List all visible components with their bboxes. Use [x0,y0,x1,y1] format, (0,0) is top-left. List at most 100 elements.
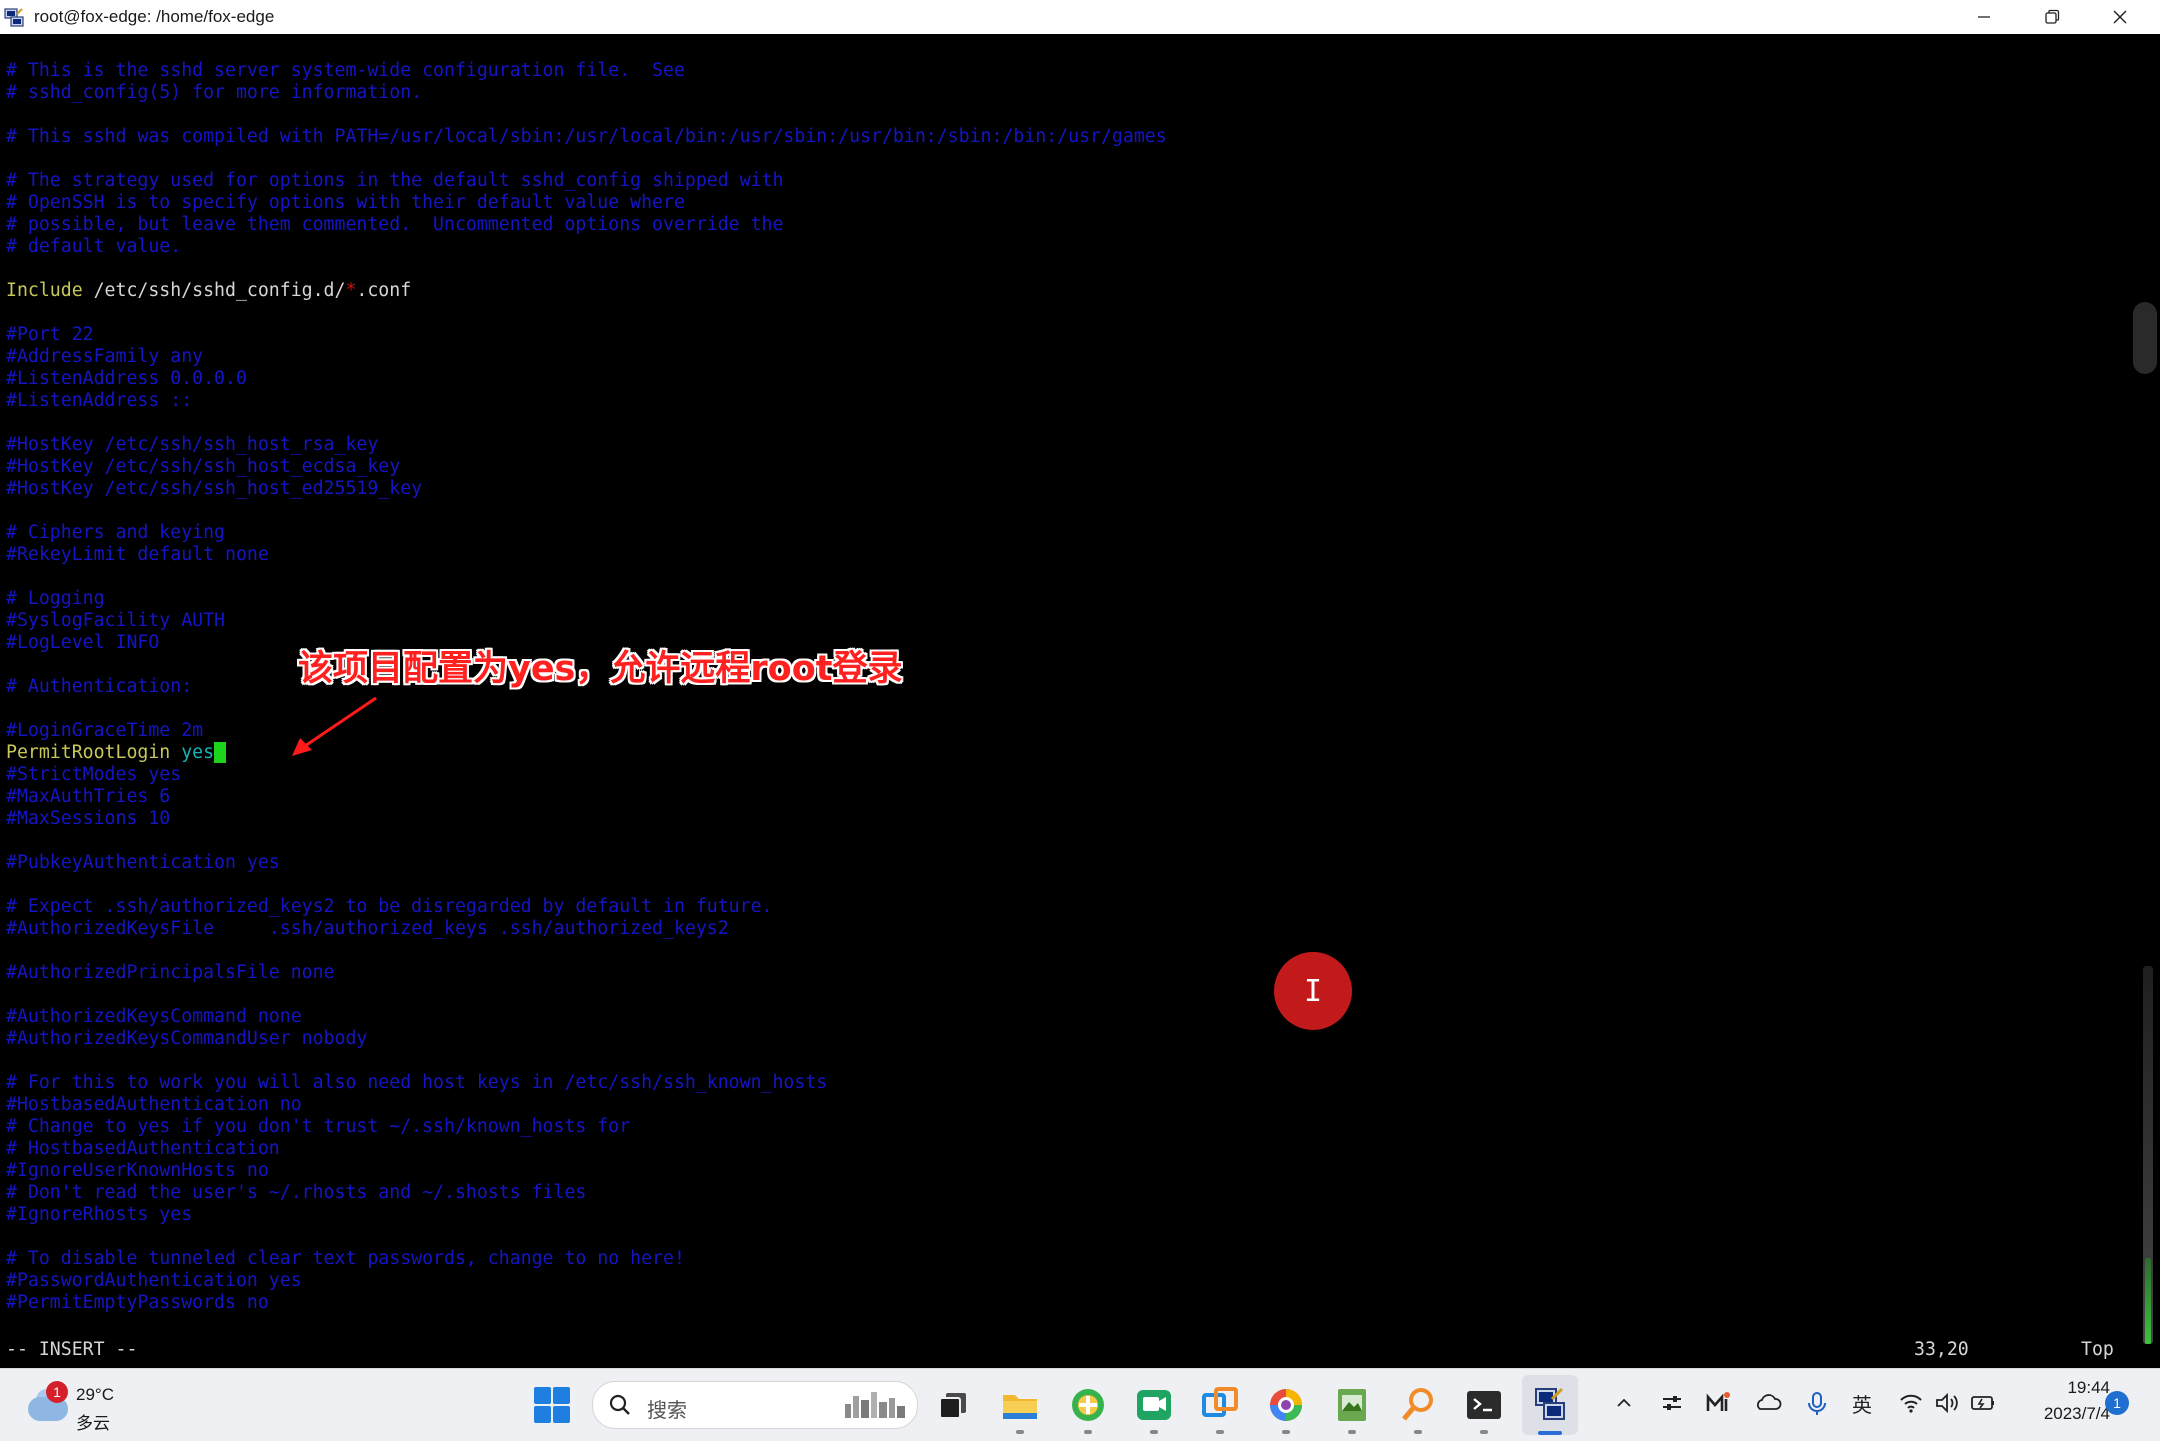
image-viewer-icon[interactable] [1332,1385,1372,1425]
weather-badge: 1 [46,1381,68,1403]
terminal-line: # To disable tunneled clear text passwor… [6,1248,1167,1270]
green-plus-app-running-indicator [1084,1430,1092,1434]
search-tool-running-indicator [1414,1430,1422,1434]
terminal-line: # This sshd was compiled with PATH=/usr/… [6,126,1167,148]
terminal-line: #RekeyLimit default none [6,544,1167,566]
terminal-line: #MaxAuthTries 6 [6,786,1167,808]
search-icon [609,1394,630,1415]
terminal-line: # HostbasedAuthentication [6,1138,1167,1160]
task-view-icon[interactable] [934,1385,974,1425]
terminal-text-segment: # Don't read the user's ~/.rhosts and ~/… [6,1182,587,1203]
terminal-line: #SyslogFacility AUTH [6,610,1167,632]
terminal-text-segment: # Expect .ssh/authorized_keys2 to be dis… [6,896,773,917]
terminal-line: # sshd_config(5) for more information. [6,82,1167,104]
annotation-label: 该项目配置为yes，允许远程root登录 [298,649,903,689]
terminal-text-segment: #ListenAddress :: [6,390,193,411]
mail-app-icon[interactable] [1706,1391,1732,1415]
file-explorer-icon[interactable] [1000,1385,1040,1425]
taskbar-search[interactable]: 搜索 [592,1381,918,1429]
meeting-app-running-indicator [1150,1430,1158,1434]
terminal-text-segment: #HostbasedAuthentication no [6,1094,302,1115]
ime-mode-indicator[interactable]: 英 [1852,1389,1872,1418]
terminal-line: #ListenAddress 0.0.0.0 [6,368,1167,390]
terminal-text-segment: #SyslogFacility AUTH [6,610,225,631]
browser-icon[interactable] [1266,1385,1306,1425]
microphone-icon[interactable] [1806,1391,1828,1417]
terminal-text-segment: # This is the sshd server system-wide co… [6,60,685,81]
terminal-line: # Expect .ssh/authorized_keys2 to be dis… [6,896,1167,918]
terminal-text-segment: #IgnoreUserKnownHosts no [6,1160,269,1181]
remote-desktop-running-indicator [1216,1430,1224,1434]
terminal-line: #IgnoreRhosts yes [6,1204,1167,1226]
green-plus-app-icon[interactable] [1068,1385,1108,1425]
system-clock[interactable]: 19:44 2023/7/4 [2010,1375,2110,1427]
terminal-line: #AuthorizedKeysCommand none [6,1006,1167,1028]
terminal-text-segment: #HostKey /etc/ssh/ssh_host_ecdsa_key [6,456,401,477]
terminal-line: # Ciphers and keying [6,522,1167,544]
terminal-line: # Change to yes if you don't trust ~/.ss… [6,1116,1167,1138]
battery-icon[interactable] [1970,1391,1996,1415]
terminal-text-segment: #ListenAddress 0.0.0.0 [6,368,247,389]
remote-desktop-icon[interactable] [1200,1385,1240,1425]
terminal-text-segment: # Change to yes if you don't trust ~/.ss… [6,1116,631,1137]
meeting-app-icon[interactable] [1134,1385,1174,1425]
terminal-text-segment: #PubkeyAuthentication yes [6,852,280,873]
restore-button[interactable] [2018,0,2086,34]
terminal-line: Include /etc/ssh/sshd_config.d/*.conf [6,280,1167,302]
taskbar: 1 29°C 多云 搜索 英 19:44 2023/7/4 1 [0,1368,2160,1441]
terminal-line: #HostbasedAuthentication no [6,1094,1167,1116]
terminal-text-segment: #IgnoreRhosts yes [6,1204,193,1225]
terminal-text-segment: #PasswordAuthentication yes [6,1270,302,1291]
show-hidden-icons-chevron-icon[interactable] [1614,1393,1634,1413]
terminal-text-segment: # sshd_config(5) for more information. [6,82,423,103]
close-button[interactable] [2086,0,2154,34]
terminal-line: # This is the sshd server system-wide co… [6,60,1167,82]
search-tool-icon[interactable] [1398,1385,1438,1425]
terminal-line: # OpenSSH is to specify options with the… [6,192,1167,214]
terminal-text-segment: # This sshd was compiled with PATH=/usr/… [6,126,1167,147]
weather-widget[interactable]: 1 29°C 多云 [24,1379,144,1434]
scrollbar-thumb[interactable] [2133,302,2157,374]
terminal-text-segment: # To disable tunneled clear text passwor… [6,1248,685,1269]
window-titlebar: root@fox-edge: /home/fox-edge [0,0,2160,34]
terminal-text-segment: # The strategy used for options in the d… [6,170,784,191]
terminal-text-segment: #MaxSessions 10 [6,808,171,829]
file-explorer-running-indicator [1016,1430,1024,1434]
putty-active-indicator [1538,1431,1562,1435]
terminal-text-segment: #AuthorizedKeysCommand none [6,1006,302,1027]
search-placeholder: 搜索 [647,1398,687,1422]
terminal-line: #PubkeyAuthentication yes [6,852,1167,874]
terminal-text-segment: #PermitEmptyPasswords no [6,1292,269,1313]
terminal-line: #ListenAddress :: [6,390,1167,412]
onedrive-cloud-icon[interactable] [1754,1391,1782,1415]
text-cursor-icon: I [1303,973,1323,1009]
terminal-line: #LoginGraceTime 2m [6,720,1167,742]
wifi-icon[interactable] [1898,1391,1924,1415]
sliders-icon[interactable] [1660,1391,1684,1415]
putty-taskbar-icon [1535,1387,1565,1420]
minimize-button[interactable] [1950,0,2018,34]
terminal-line: # possible, but leave them commented. Un… [6,214,1167,236]
terminal-app-icon[interactable] [1464,1385,1504,1425]
terminal-text-segment: # possible, but leave them commented. Un… [6,214,784,235]
volume-icon[interactable] [1934,1391,1960,1415]
terminal-text-segment: #HostKey /etc/ssh/ssh_host_rsa_key [6,434,379,455]
terminal-line: # Logging [6,588,1167,610]
terminal-text-segment: /etc/ssh/sshd_config.d/ [82,280,346,301]
terminal-text-segment: #StrictModes yes [6,764,182,785]
terminal-line: #MaxSessions 10 [6,808,1167,830]
terminal-text-segment: # For this to work you will also need ho… [6,1072,828,1093]
terminal-line: # Don't read the user's ~/.rhosts and ~/… [6,1182,1167,1204]
terminal-text-segment: * [345,280,357,301]
weather-temperature: 29°C [76,1385,114,1404]
notification-badge[interactable]: 1 [2105,1391,2129,1415]
start-button[interactable] [534,1387,570,1423]
